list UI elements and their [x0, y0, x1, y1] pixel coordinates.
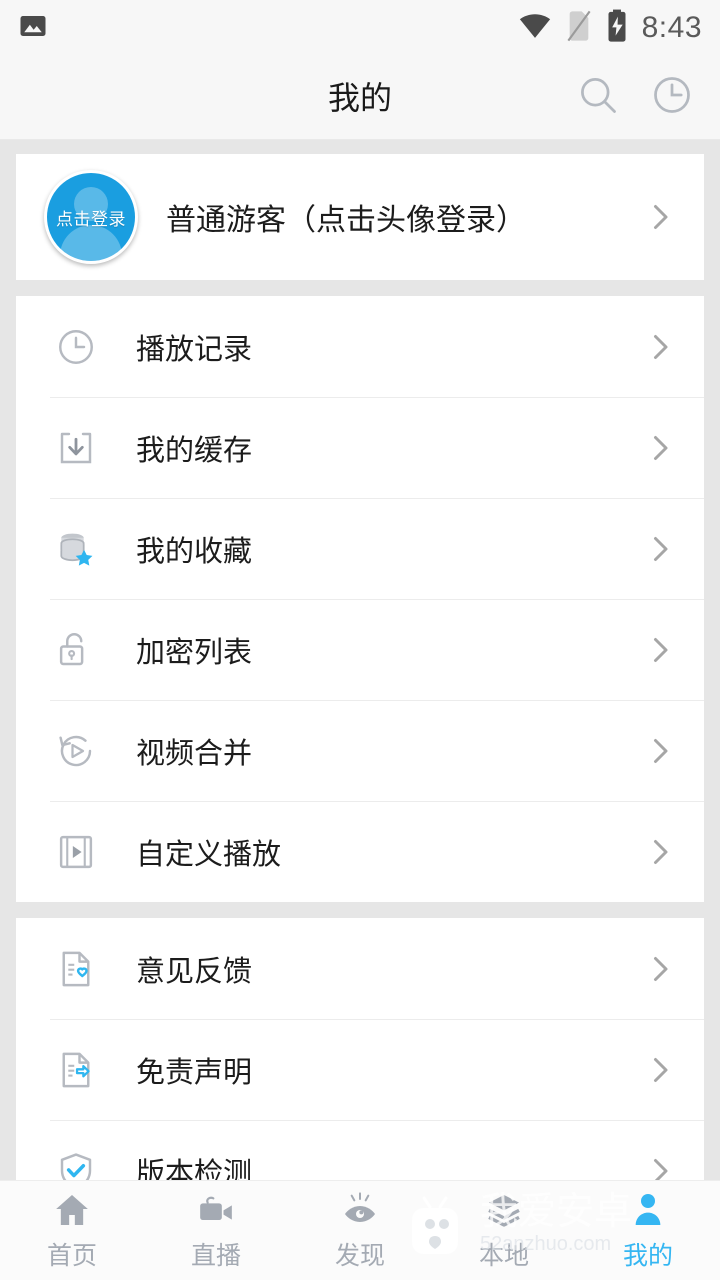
app-header: 我的 [0, 56, 720, 140]
list-item-my-favorites[interactable]: 我的收藏 [16, 498, 704, 599]
download-icon [50, 422, 102, 474]
doc-arrow-icon [50, 1044, 102, 1096]
avatar-login-label: 点击登录 [56, 209, 126, 229]
profile-row[interactable]: 点击登录 普通游客（点击头像登录） [16, 154, 704, 280]
profile-name: 普通游客（点击头像登录） [166, 204, 526, 237]
chevron-right-icon [642, 1052, 678, 1088]
shield-check-icon [50, 1145, 102, 1180]
search-button[interactable] [574, 74, 622, 122]
tab-discover[interactable]: 发现 [288, 1190, 432, 1272]
list-item-version-check[interactable]: 版本检测 [16, 1120, 704, 1180]
eye-icon [340, 1190, 380, 1230]
media-section: 播放记录 我的缓存 我的收藏 加密列表 视频合并 自定义播放 [16, 296, 704, 902]
status-bar-clock: 8:43 [641, 11, 702, 44]
chevron-right-icon [642, 951, 678, 987]
list-item-label: 版本检测 [136, 1157, 253, 1181]
layers-icon [484, 1190, 524, 1230]
chevron-right-icon [642, 430, 678, 466]
home-icon [52, 1190, 92, 1230]
list-item-playback-history[interactable]: 播放记录 [16, 296, 704, 397]
list-item-my-cache[interactable]: 我的缓存 [16, 397, 704, 498]
no-sim-icon [566, 10, 592, 47]
header-actions [574, 74, 720, 122]
list-item-disclaimer[interactable]: 免责声明 [16, 1019, 704, 1120]
list-item-feedback[interactable]: 意见反馈 [16, 918, 704, 1019]
history-button[interactable] [648, 74, 696, 122]
tab-label: 我的 [622, 1241, 673, 1270]
camera-icon [196, 1190, 236, 1230]
film-play-icon [50, 826, 102, 878]
tab-mine[interactable]: 我的 [576, 1190, 720, 1272]
chevron-right-icon [642, 733, 678, 769]
wifi-icon [518, 12, 552, 45]
chevron-right-icon [642, 329, 678, 365]
list-item-label: 意见反馈 [136, 955, 253, 988]
tab-home[interactable]: 首页 [0, 1190, 144, 1272]
list-item-custom-play[interactable]: 自定义播放 [16, 801, 704, 902]
list-item-label: 我的缓存 [136, 434, 253, 467]
avatar[interactable]: 点击登录 [44, 170, 138, 264]
tab-label: 发现 [334, 1241, 385, 1270]
list-item-video-merge[interactable]: 视频合并 [16, 700, 704, 801]
scroll-content[interactable]: 点击登录 普通游客（点击头像登录） 播放记录 我的缓存 我的收藏 加密列表 视频… [0, 140, 720, 1180]
list-item-label: 自定义播放 [136, 838, 282, 871]
image-icon [18, 11, 48, 46]
battery-charging-icon [606, 9, 628, 48]
tab-live[interactable]: 直播 [144, 1190, 288, 1272]
tab-label: 直播 [190, 1241, 241, 1270]
tab-label: 本地 [478, 1241, 529, 1270]
person-icon [628, 1190, 668, 1230]
chevron-right-icon [642, 199, 678, 235]
list-item-encrypted-list[interactable]: 加密列表 [16, 599, 704, 700]
search-icon [576, 73, 620, 122]
status-bar-left [18, 11, 48, 46]
list-item-label: 播放记录 [136, 333, 253, 366]
chevron-right-icon [642, 531, 678, 567]
doc-heart-icon [50, 943, 102, 995]
chevron-right-icon [642, 1153, 678, 1180]
list-item-label: 加密列表 [136, 636, 253, 669]
tab-label: 首页 [46, 1241, 97, 1270]
database-star-icon [50, 523, 102, 575]
status-bar: 8:43 [0, 0, 720, 56]
video-merge-icon [50, 725, 102, 777]
about-section: 意见反馈 免责声明 版本检测 [16, 918, 704, 1180]
profile-card[interactable]: 点击登录 普通游客（点击头像登录） [16, 154, 704, 280]
status-bar-right: 8:43 [518, 9, 702, 48]
history-clock-icon [650, 73, 694, 122]
list-item-label: 我的收藏 [136, 535, 253, 568]
bottom-tab-bar: 首页 直播 发现 本地 我的 [0, 1180, 720, 1280]
tab-local[interactable]: 本地 [432, 1190, 576, 1272]
unlock-icon [50, 624, 102, 676]
list-item-label: 免责声明 [136, 1056, 253, 1089]
chevron-right-icon [642, 834, 678, 870]
list-item-label: 视频合并 [136, 737, 253, 770]
clock-icon [50, 321, 102, 373]
chevron-right-icon [642, 632, 678, 668]
